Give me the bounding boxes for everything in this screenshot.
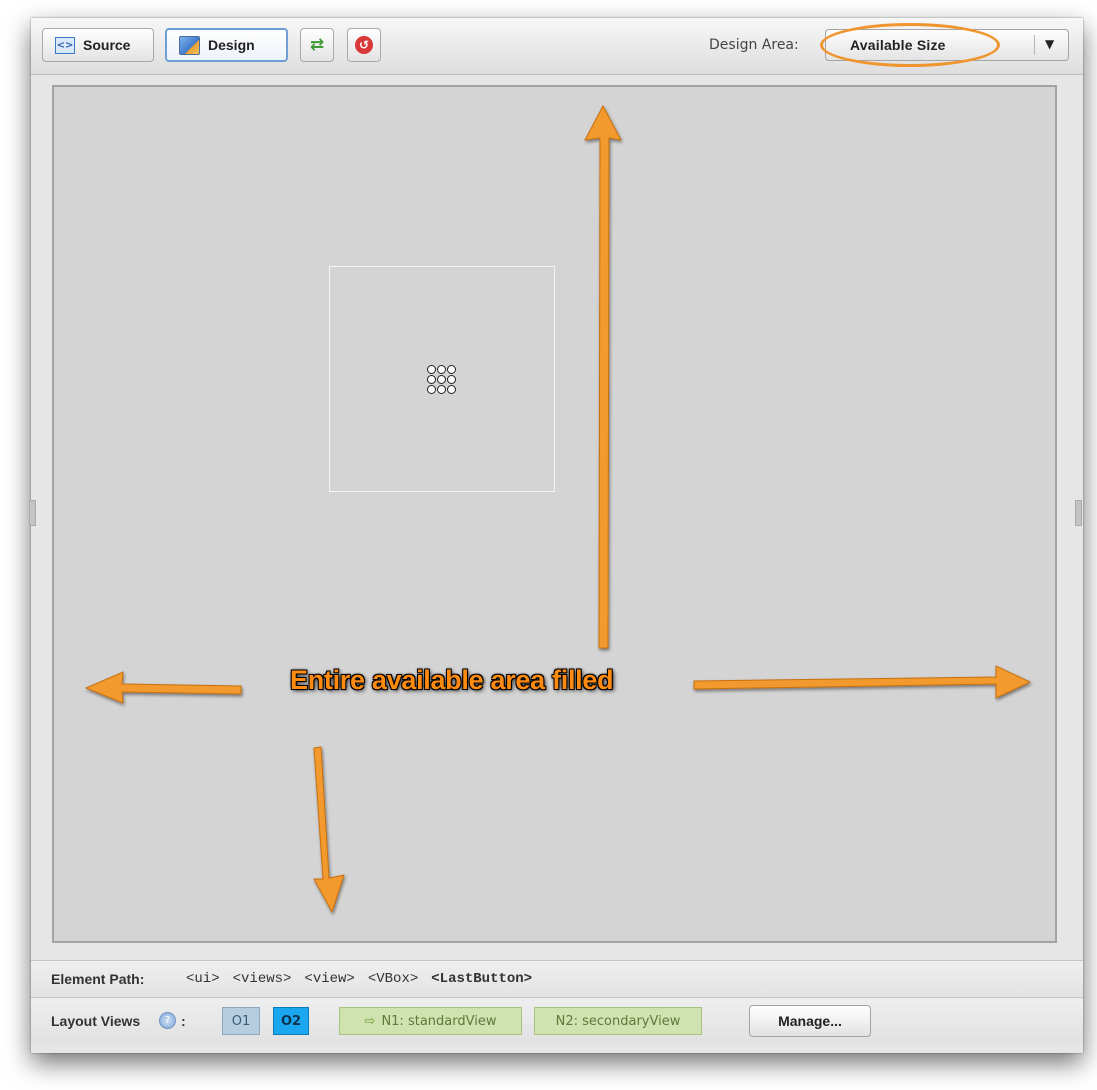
help-icon[interactable]: ? [159,1012,176,1029]
chip-label: O2 [280,1013,302,1029]
crumb-ui[interactable]: <ui> [186,971,220,987]
chip-label: N1: standardView [381,1013,497,1029]
element-path-label: Element Path: [51,971,145,987]
refresh-icon: ⇄ [309,35,325,55]
source-label: Source [83,37,131,53]
layout-views-label: Layout Views [51,1013,141,1029]
view-chip-n2[interactable]: N2: secondaryView [534,1007,702,1035]
design-label: Design [208,37,255,53]
crumb-view[interactable]: <view> [304,971,354,987]
design-area-label: Design Area: [709,37,799,53]
view-chip-o1[interactable]: O1 [222,1007,260,1035]
right-resize-handle[interactable] [1075,500,1082,526]
annotation-label: Entire available area filled [290,665,614,695]
arrow-right-icon: ⇨ [364,1013,376,1029]
highlight-ellipse [820,23,1000,67]
manage-button[interactable]: Manage... [749,1005,871,1037]
source-icon: <> [55,36,75,54]
source-button[interactable]: <> Source [42,28,154,62]
design-frame[interactable] [329,266,555,492]
layout-views-bar: Layout Views ? : O1 O2 ⇨ N1: standardVie… [31,998,1083,1043]
breadcrumb: <ui> <views> <view> <VBox> <LastButton> [186,971,532,987]
design-canvas[interactable] [52,85,1057,943]
crumb-views[interactable]: <views> [233,971,292,987]
stop-icon: ↺ [355,36,373,54]
stop-button[interactable]: ↺ [347,28,381,62]
refresh-button[interactable]: ⇄ [300,28,334,62]
crumb-vbox[interactable]: <VBox> [368,971,418,987]
element-path-bar: Element Path: <ui> <views> <view> <VBox>… [31,960,1083,998]
dropdown-arrow-icon[interactable]: ▼ [1045,37,1054,51]
view-chip-n1[interactable]: ⇨ N1: standardView [339,1007,522,1035]
select-divider [1034,35,1035,55]
layout-views-colon: : [181,1013,186,1029]
design-icon [179,35,200,55]
design-button[interactable]: Design [165,28,288,62]
view-chip-o2[interactable]: O2 [273,1007,309,1035]
toolbar: <> Source Design ⇄ ↺ Design Area: Availa… [31,18,1083,75]
chip-label: O1 [231,1013,251,1029]
selected-element-handles[interactable] [427,365,456,394]
editor-window: <> Source Design ⇄ ↺ Design Area: Availa… [31,18,1083,1053]
left-resize-handle[interactable] [29,500,36,526]
chip-label: N2: secondaryView [555,1013,681,1029]
crumb-lastbutton[interactable]: <LastButton> [431,971,532,987]
